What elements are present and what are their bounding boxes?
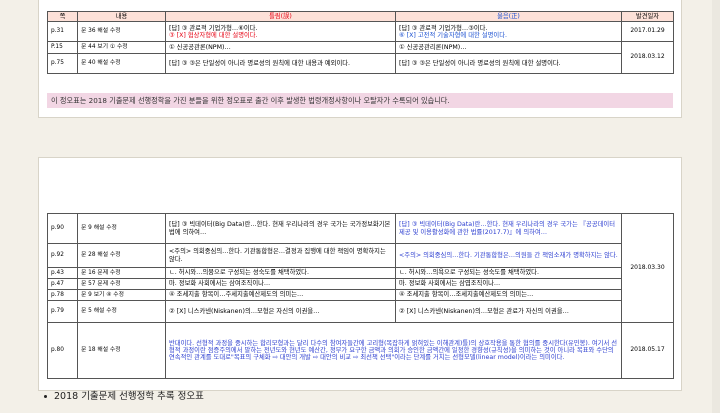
row-item: 문 9 보기 ④ 수정 bbox=[77, 289, 166, 301]
wrong-line-a: [답] ③ 관료적 기업가형…⑥이다. bbox=[169, 24, 258, 32]
row-right: <주의> 의회중심의…한다. 기관통합형은…의원들 간 책임소재가 명확하지는 … bbox=[395, 243, 622, 268]
table-row: p.79 문 5 해설 수정 ② [X] 니스카넨(Niskanen)의…모형은… bbox=[47, 300, 674, 323]
wrong-line-b: ③ [X] 협상자형에 대한 설명이다. bbox=[169, 31, 258, 39]
bullet-icon bbox=[44, 395, 47, 398]
table-row: p.90 문 9 해설 수정 [답] ③ 빅데이터(Big Data)란…한다.… bbox=[47, 213, 674, 323]
footer-list-item[interactable]: 2018 기출문제 선행정학 추록 정오표 bbox=[44, 388, 204, 402]
row-page: p.43 bbox=[47, 267, 78, 279]
row-date: 2018.03.12 bbox=[621, 41, 674, 75]
row-date: 2018.05.17 bbox=[621, 322, 674, 379]
row-wrong: ④ 조세지출 항목이…주세지출예산제도의 의미는… bbox=[165, 289, 396, 301]
row-item: 문 36 해설 수정 bbox=[77, 21, 166, 43]
note-banner: 이 정오표는 2018 기출문제 선행정학을 가진 분들을 위한 정오표로 출간… bbox=[47, 93, 673, 108]
row-wrong: <주의> 의회중심의…한다. 기관통합형은…결정과 집행에 대한 책임이 명확하… bbox=[165, 243, 396, 268]
row-item: 문 28 해설 수정 bbox=[77, 243, 166, 268]
row-merged-explanation: 반대이다. 선형적 과정을 중시하는 합리모형과는 달리 다수의 참여자들간에 … bbox=[165, 322, 622, 379]
row-page: p.92 bbox=[47, 243, 78, 268]
errata-table-2: p.90 문 9 해설 수정 [답] ③ 빅데이터(Big Data)란…한다.… bbox=[47, 213, 674, 379]
table-row: p.75 문 40 해설 수정 [답] ③ ③은 단일성이 아니라 명료성의 원… bbox=[47, 53, 674, 75]
row-wrong: ① 신공공관론(NPM)… bbox=[165, 41, 396, 55]
row-date: 2018.03.30 bbox=[621, 213, 674, 323]
row-item: 문 9 해설 수정 bbox=[77, 213, 166, 244]
row-page: p.90 bbox=[47, 213, 78, 244]
header-page: 쪽 bbox=[47, 10, 78, 23]
row-wrong: ② [X] 니스카넨(Niskanen)의…모형은 자신의 이권을… bbox=[165, 300, 396, 323]
table-row: p.47 문 57 문제 수정 마. 정보화 사회에서는 삼여조직이나… 마. … bbox=[47, 278, 674, 290]
row-page: P.15 bbox=[47, 41, 78, 55]
row-item: 문 40 해설 수정 bbox=[77, 53, 166, 75]
errata-panel-top: 쪽 내용 틀림(誤) 옳음(正) 발견일자 p.31 문 36 해설 수정 [답… bbox=[38, 0, 682, 118]
header-date: 발견일자 bbox=[621, 10, 674, 23]
row-right: ② [X] 니스카넨(Niskanen)의…모형은 관료가 자신의 이권을… bbox=[395, 300, 622, 323]
row-wrong: [답] ③ 관료적 기업가형…⑥이다. ③ [X] 협상자형에 대한 설명이다. bbox=[165, 21, 396, 43]
row-wrong: ㄴ. 허시와…의뮹으로 구성되는 성숙도를 채택하였다. bbox=[165, 267, 396, 279]
table-row: P.15 문 44 보기 ① 수정 ① 신공공관론(NPM)… ① 신공공관리론… bbox=[47, 41, 674, 75]
table-row: p.78 문 9 보기 ④ 수정 ④ 조세지출 항목이…주세지출예산제도의 의미… bbox=[47, 289, 674, 301]
header-content: 내용 bbox=[77, 10, 166, 23]
row-wrong: [답] ③ ③은 단일성이 아니라 명료성의 원칙에 대한 내용과 예외이다. bbox=[165, 53, 396, 75]
row-item: 문 5 해설 수정 bbox=[77, 300, 166, 323]
row-page: p.31 bbox=[47, 21, 78, 43]
row-right: ④ 조세지출 항목이…조세지출예산제도의 의미는… bbox=[395, 289, 622, 301]
row-item: 문 18 해설 수정 bbox=[77, 322, 166, 379]
right-line-b: ⑥ [X] 고전적 기술자형에 대한 설명이다. bbox=[399, 31, 507, 39]
row-page: p.75 bbox=[47, 53, 78, 75]
row-right: ① 신공공관리론(NPM)… bbox=[395, 41, 622, 55]
row-page: p.79 bbox=[47, 300, 78, 323]
header-right: 옳음(正) bbox=[395, 10, 622, 23]
row-page: p.78 bbox=[47, 289, 78, 301]
row-page: p.80 bbox=[47, 322, 78, 379]
errata-table-1: 쪽 내용 틀림(誤) 옳음(正) 발견일자 p.31 문 36 해설 수정 [답… bbox=[47, 10, 674, 75]
header-wrong: 틀림(誤) bbox=[165, 10, 396, 23]
row-item: 문 16 문제 수정 bbox=[77, 267, 166, 279]
row-page: p.47 bbox=[47, 278, 78, 290]
row-item: 문 44 보기 ① 수정 bbox=[77, 41, 166, 55]
row-date: 2017.01.29 bbox=[621, 21, 674, 43]
row-right: [답] ③ 관료적 기업가형…③이다. ⑥ [X] 고전적 기술자형에 대한 설… bbox=[395, 21, 622, 43]
errata-panel-bottom: p.90 문 9 해설 수정 [답] ③ 빅데이터(Big Data)란…한다.… bbox=[38, 157, 682, 391]
table-row: p.80 문 18 해설 수정 반대이다. 선형적 과정을 중시하는 합리모형과… bbox=[47, 322, 674, 379]
row-right: [답] ③ 빅데이터(Big Data)란…한다. 현재 우리나라의 경우 국가… bbox=[395, 213, 622, 244]
table-row: p.31 문 36 해설 수정 [답] ③ 관료적 기업가형…⑥이다. ③ [X… bbox=[47, 21, 674, 43]
row-item: 문 57 문제 수정 bbox=[77, 278, 166, 290]
table-row: p.92 문 28 해설 수정 <주의> 의회중심의…한다. 기관통합형은…결정… bbox=[47, 243, 674, 268]
row-right: 마. 정보화 사회에서는 삼엽조직이나… bbox=[395, 278, 622, 290]
row-right: [답] ③ ③은 단일성이 아니라 명료성의 원칙에 대한 설명이다. bbox=[395, 53, 622, 75]
row-wrong: [답] ③ 빅데이터(Big Data)란…한다. 현재 우리나라의 경우 국가… bbox=[165, 213, 396, 244]
table-header: 쪽 내용 틀림(誤) 옳음(正) 발견일자 bbox=[47, 10, 674, 23]
footer-link-text: 2018 기출문제 선행정학 추록 정오표 bbox=[54, 391, 204, 402]
table-row: p.43 문 16 문제 수정 ㄴ. 허시와…의뮹으로 구성되는 성숙도를 채택… bbox=[47, 267, 674, 279]
right-line-a: [답] ③ 관료적 기업가형…③이다. bbox=[399, 24, 488, 32]
row-right: ㄴ. 허시와…의욕으로 구성되는 성숙도를 채택하였다. bbox=[395, 267, 622, 279]
row-wrong: 마. 정보화 사회에서는 삼여조직이나… bbox=[165, 278, 396, 290]
scrollbar[interactable] bbox=[712, 0, 720, 413]
